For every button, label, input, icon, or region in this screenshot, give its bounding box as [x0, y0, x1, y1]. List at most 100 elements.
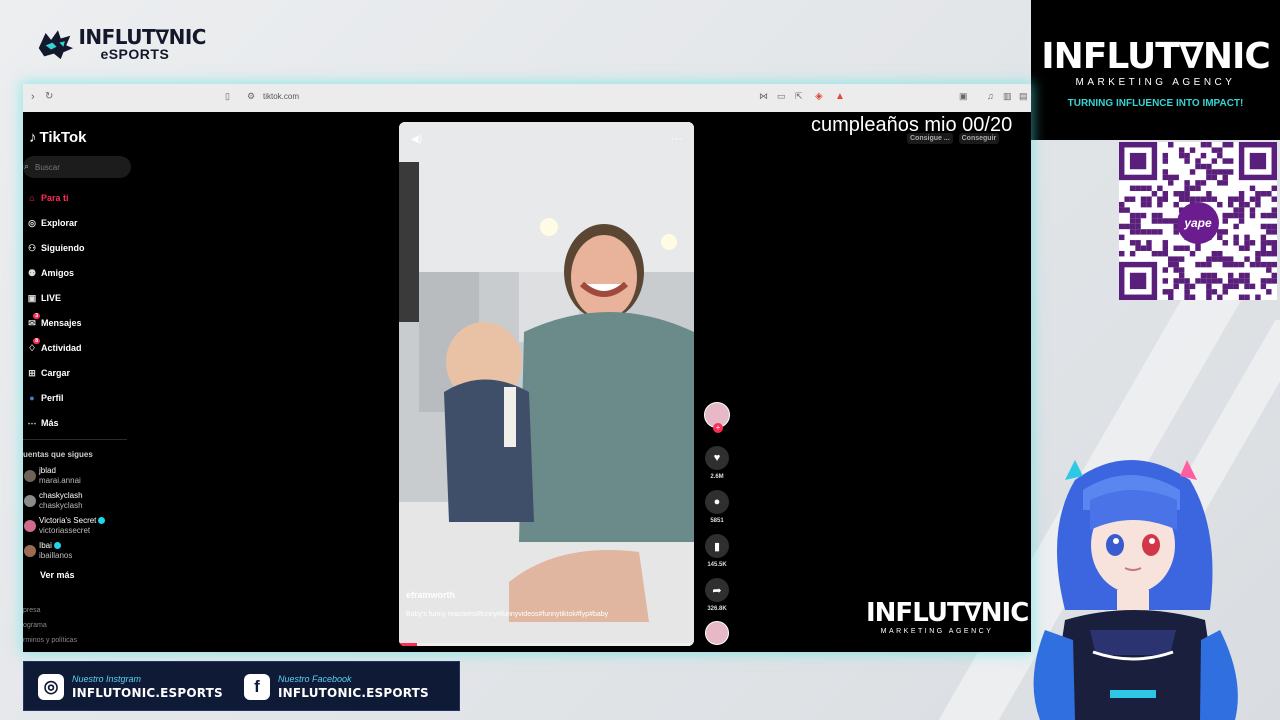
nav-item-actividad[interactable]: ♢ 8 Actividad	[23, 337, 123, 358]
avatar: +	[704, 402, 730, 433]
following-accounts-title: uentas que sigues	[23, 450, 93, 459]
screenshot-icon[interactable]: ▭	[777, 91, 786, 102]
messages-icon: ✉ 3	[28, 312, 40, 328]
nav-label: Cargar	[41, 368, 71, 378]
share-icon[interactable]: ⇱	[795, 91, 803, 102]
extension-icon[interactable]: ⋈	[759, 91, 768, 102]
comment-icon: ●	[705, 490, 729, 514]
home-icon: ⌂	[29, 193, 35, 203]
share-button[interactable]: ➦ 326.8K	[702, 578, 732, 612]
nav-label: Explorar	[41, 218, 78, 228]
activity-icon: ♢ 8	[27, 337, 40, 353]
brave-rewards-icon[interactable]: ▲	[835, 91, 845, 102]
video-progress-bar[interactable]	[399, 643, 694, 646]
account-name-text: Ibai	[39, 541, 52, 550]
nav-label: Actividad	[41, 343, 82, 353]
share-count: 326.8K	[707, 606, 727, 612]
following-icon: ⚇	[27, 242, 37, 253]
creator-avatar-button[interactable]: +	[702, 402, 732, 433]
vtuber-avatar	[1033, 460, 1238, 720]
comment-count: 5851	[710, 518, 724, 524]
stream-overlay-text: cumpleaños mio 00/20	[811, 114, 1013, 136]
agency-sub: MARKETING AGENCY	[1075, 77, 1236, 88]
nav-item-para-ti[interactable]: ⌂ Para ti	[23, 188, 123, 208]
nav-item-mas[interactable]: ⋯ Más	[23, 413, 123, 433]
nav-item-siguiendo[interactable]: ⚇ Siguiendo	[23, 238, 123, 258]
video-action-column: + ♥ 2.6M ● 5851 ▮ 145.5K ➦ 326.8K	[702, 402, 732, 652]
yape-logo: yape	[1177, 202, 1219, 244]
nav-label: Amigos	[41, 268, 75, 278]
account-item[interactable]: Victoria's Secret victoriassecret	[23, 516, 143, 538]
follow-plus-icon[interactable]: +	[713, 423, 723, 433]
account-item[interactable]: chaskyclash chaskyclash	[23, 491, 143, 513]
nav-item-amigos[interactable]: ⚉ Amigos	[23, 263, 123, 283]
search-input[interactable]: ⌕ Buscar	[23, 156, 131, 178]
music-disc-button[interactable]	[702, 621, 732, 645]
account-handle: ibaillanos	[39, 551, 73, 560]
video-username[interactable]: efrainworth	[406, 590, 455, 600]
instagram-label: Nuestro Instgram	[72, 674, 142, 684]
nav-item-live[interactable]: ▣ LIVE	[23, 288, 123, 308]
translate-link[interactable]: Ver traducción	[406, 627, 455, 634]
nav-item-explorar[interactable]: ◎ Explorar	[23, 213, 123, 233]
video-description: Baby's funny reactions#funny#funnyvideos…	[406, 611, 609, 618]
watermark-sub: MARKETING AGENCY	[880, 628, 994, 635]
account-item[interactable]: jblad marai.annai	[23, 466, 143, 488]
save-button[interactable]: ▮ 145.5K	[702, 534, 732, 568]
bookmark-icon[interactable]: ▯	[225, 91, 230, 102]
nav-label: Para ti	[41, 193, 69, 203]
nav-label: Mensajes	[41, 318, 82, 328]
sidebar-divider	[23, 439, 127, 440]
address-bar[interactable]: tiktok.com	[263, 92, 299, 101]
forward-icon[interactable]: ›	[31, 91, 35, 103]
video-player[interactable]: ◀) ⋯ efrainworth Baby's funny reactions#…	[399, 122, 694, 646]
more-options-icon[interactable]: ⋯	[671, 132, 682, 145]
avatar	[24, 495, 36, 507]
upload-icon: ⊞	[28, 367, 36, 378]
comment-button[interactable]: ● 5851	[702, 490, 732, 524]
nav-item-perfil[interactable]: ● Perfil	[23, 388, 123, 408]
footer-link[interactable]: ograma	[23, 622, 47, 629]
site-settings-icon[interactable]: ⚙	[247, 91, 255, 102]
bookmark-icon: ▮	[705, 534, 729, 558]
nav-label: Siguiendo	[41, 243, 85, 253]
save-count: 145.5K	[707, 562, 727, 568]
see-more-link[interactable]: Ver más	[40, 570, 75, 580]
facebook-label: Nuestro Facebook	[278, 674, 352, 684]
friends-icon: ⚉	[27, 267, 37, 278]
nav-label: Más	[41, 418, 59, 428]
account-handle: victoriassecret	[39, 526, 91, 535]
account-handle: marai.annai	[39, 476, 81, 485]
heart-icon: ♥	[705, 446, 729, 470]
brand-name: INFLUT∇NIC	[78, 25, 206, 49]
verified-icon	[53, 542, 61, 550]
account-item[interactable]: Ibai ibaillanos	[23, 541, 143, 563]
instagram-icon: ◎	[38, 674, 64, 700]
wallet-icon[interactable]: ▤	[1019, 91, 1028, 102]
footer-link[interactable]: presa	[23, 607, 41, 614]
tab-search-icon[interactable]: ▣	[959, 91, 968, 102]
messages-badge: 3	[33, 312, 40, 319]
avatar	[24, 545, 36, 557]
avatar	[24, 470, 36, 482]
share-arrow-icon: ➦	[705, 578, 729, 602]
qr-code: yape	[1119, 142, 1277, 300]
brave-shield-icon[interactable]: ◈	[815, 91, 823, 102]
sound-icon[interactable]: ◀)	[411, 134, 422, 145]
verified-icon	[98, 517, 106, 525]
nav-label: LIVE	[41, 293, 62, 303]
nav-label: Perfil	[41, 393, 64, 403]
like-button[interactable]: ♥ 2.6M	[702, 446, 732, 480]
footer-link[interactable]: rminos y políticas	[23, 637, 77, 644]
search-icon: ⌕	[24, 161, 30, 171]
video-progress-fill	[399, 643, 417, 646]
tiktok-logo[interactable]: ♪ TikTok	[29, 129, 86, 146]
nav-item-mensajes[interactable]: ✉ 3 Mensajes	[23, 312, 123, 333]
avatar	[24, 520, 36, 532]
media-icon[interactable]: ♫	[987, 91, 994, 101]
nav-item-cargar[interactable]: ⊞ Cargar	[23, 363, 123, 383]
more-icon: ⋯	[27, 417, 37, 428]
brand-mascot-icon	[38, 30, 74, 60]
sidebar-icon[interactable]: ▥	[1003, 91, 1012, 102]
reload-icon[interactable]: ↻	[45, 91, 53, 102]
